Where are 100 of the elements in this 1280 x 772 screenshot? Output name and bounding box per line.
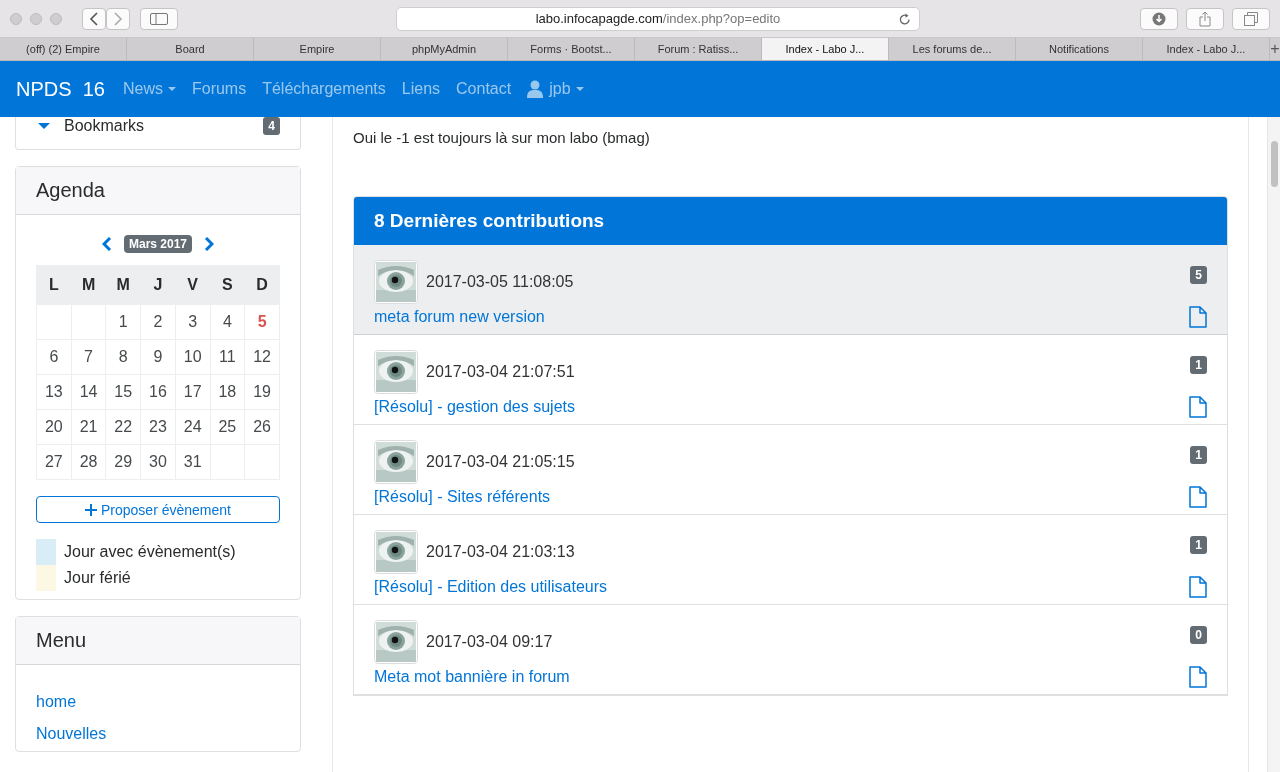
post-title-link[interactable]: [Résolu] - gestion des sujets [374,398,575,416]
month-label: Mars 2017 [123,235,192,253]
previous-month-link[interactable] [101,237,112,251]
back-button[interactable] [82,7,106,30]
share-button[interactable] [1186,7,1224,30]
calendar-day[interactable]: 22 [105,409,141,445]
download-icon [1152,11,1166,26]
legend-label: Jour férié [64,569,131,587]
calendar-day[interactable]: 2 [140,304,176,340]
tabs-overview-button[interactable] [1232,7,1270,30]
browser-tab[interactable]: Index - Labo J... [762,38,889,60]
calendar-day[interactable]: 3 [175,304,210,340]
calendar-day[interactable]: 19 [244,374,280,410]
count-badge: 1 [1190,536,1207,554]
browser-tab[interactable]: Les forums de... [889,38,1016,60]
browser-tab[interactable]: Notifications [1016,38,1143,60]
tabs-icon [1244,11,1258,26]
user-icon [527,80,544,98]
count-badge: 5 [1190,266,1207,284]
weekday-header: M [71,265,106,305]
calendar-day[interactable]: 17 [175,374,210,410]
new-tab-button[interactable]: + [1270,38,1280,60]
calendar-day[interactable]: 5 [244,304,280,340]
card-header: Menu [16,617,300,665]
scrollbar-thumb[interactable] [1270,141,1278,187]
url-text: labo.infocapagde.com/index.php?op=edito [535,11,781,26]
weekday-header: V [175,265,210,305]
next-month-link[interactable] [204,237,214,251]
calendar-day[interactable]: 29 [105,444,141,480]
browser-tab[interactable]: Index - Labo J... [1143,38,1270,60]
post-item[interactable]: 2017-03-05 11:08:05 5 meta forum new version [354,245,1227,335]
calendar-day[interactable]: 30 [140,444,176,480]
calendar-day[interactable]: 26 [244,409,280,445]
browser-tab[interactable]: Board [127,38,254,60]
chevron-right-icon [204,237,214,251]
post-date: 2017-03-04 21:07:51 [426,363,576,381]
sidebar-icon [150,12,168,25]
plus-icon [85,503,97,516]
calendar-day[interactable]: 28 [71,444,106,480]
chevron-right-icon [113,11,123,26]
weekday-header: M [105,265,141,305]
calendar-day[interactable]: 10 [175,339,210,375]
document-icon [1189,576,1207,598]
browser-tab[interactable]: (off) (2) Empire [0,38,127,60]
post-date: 2017-03-04 21:05:15 [426,453,576,471]
post-title-link[interactable]: meta forum new version [374,308,545,326]
card-header: 8 Dernières contributions [354,197,1227,245]
post-date: 2017-03-05 11:08:05 [426,273,575,291]
calendar-day[interactable]: 16 [140,374,176,410]
calendar-day[interactable]: 27 [36,444,72,480]
calendar-day[interactable]: 13 [36,374,72,410]
calendar-day[interactable]: 11 [210,339,245,375]
count-badge: 4 [263,117,280,135]
calendar-day[interactable]: 21 [71,409,106,445]
count-badge: 1 [1190,356,1207,374]
share-icon [1199,10,1211,27]
post-title-link[interactable]: Meta mot bannière in forum [374,668,570,686]
calendar-day[interactable]: 23 [140,409,176,445]
document-icon [1189,396,1207,418]
weekday-header: D [244,265,280,305]
post-date: 2017-03-04 21:03:13 [426,543,576,561]
calendar-day[interactable]: 18 [210,374,245,410]
document-icon [1189,486,1207,508]
downloads-button[interactable] [1140,7,1178,30]
calendar-day[interactable]: 9 [140,339,176,375]
post-title-link[interactable]: [Résolu] - Sites référents [374,488,551,506]
weekday-header: S [210,265,245,305]
calendar-day[interactable]: 4 [210,304,245,340]
scrollbar[interactable] [1267,117,1280,772]
legend-label: Jour avec évènement(s) [64,543,236,561]
post-date: 2017-03-04 09:17 [426,633,554,651]
calendar-day[interactable]: 24 [175,409,210,445]
sidebar-button[interactable] [140,7,178,30]
chevron-left-icon [89,11,99,26]
calendar-day[interactable]: 15 [105,374,141,410]
calendar-day[interactable]: 25 [210,409,245,445]
bookmarks-link[interactable]: Bookmarks [64,117,254,135]
address-bar[interactable]: labo.infocapagde.com/index.php?op=edito [396,6,920,31]
menu-link[interactable]: Nouvelles [36,725,280,743]
calendar-day[interactable]: 1 [105,304,141,340]
calendar-day[interactable]: 8 [105,339,141,375]
calendar-day[interactable]: 31 [175,444,210,480]
browser-tab[interactable]: Forms · Bootst... [508,38,635,60]
post-text: Oui le -1 est toujours là sur mon labo (bmag) [353,129,651,146]
calendar-day[interactable]: 14 [71,374,106,410]
reload-icon[interactable] [899,12,911,26]
browser-tab[interactable]: Empire [254,38,381,60]
site-brand[interactable]: NPDS 16 [16,77,105,101]
calendar-day[interactable]: 12 [244,339,280,375]
chevron-left-icon [101,237,112,251]
browser-tab[interactable]: phpMyAdmin [381,38,508,60]
card-header: Agenda [16,167,300,215]
menu-link[interactable]: home [36,693,280,711]
propose-event-button[interactable]: Proposer évènement [36,496,280,523]
weekday-header: J [140,265,176,305]
post-title-link[interactable]: [Résolu] - Edition des utilisateurs [374,578,607,596]
caret-icon [38,123,50,129]
calendar-day[interactable]: 7 [71,339,106,375]
calendar-day[interactable]: 6 [36,339,72,375]
calendar-day[interactable]: 20 [36,409,72,445]
